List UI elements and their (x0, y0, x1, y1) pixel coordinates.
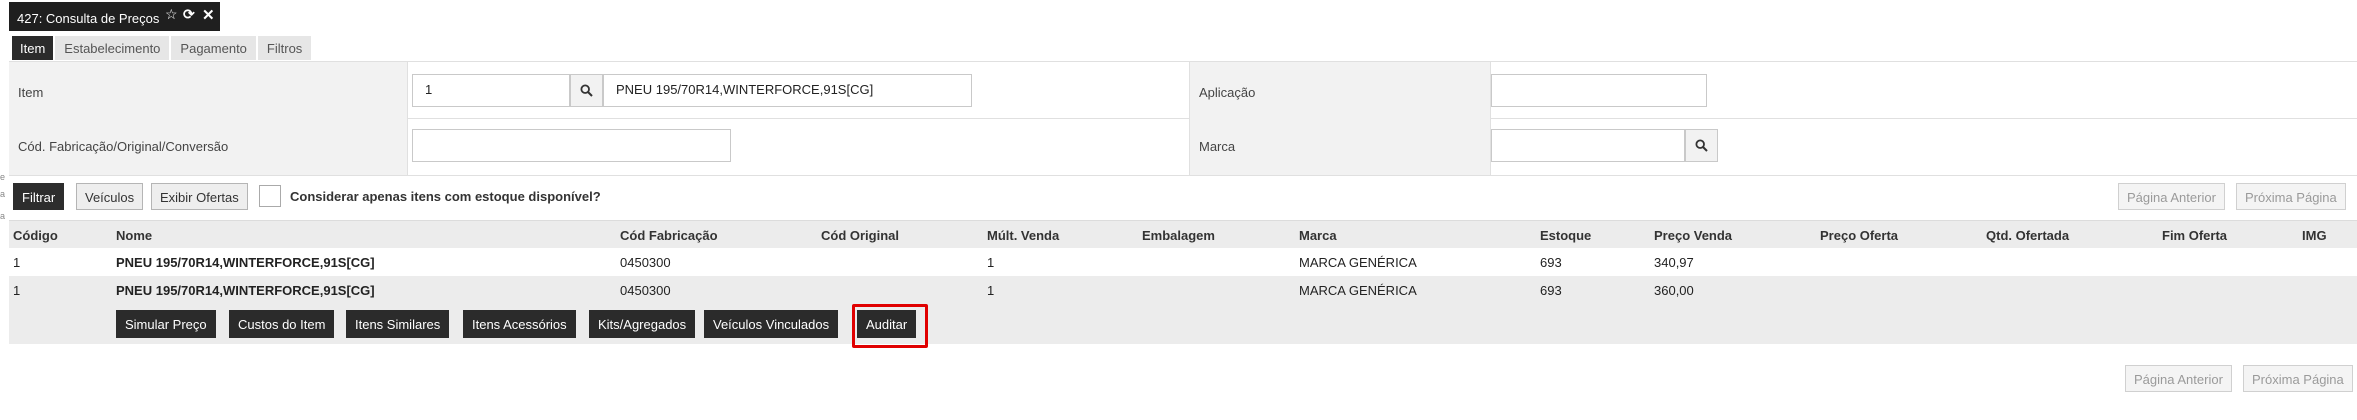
results-toolbar: Filtrar Veículos Exibir Ofertas Consider… (9, 183, 2357, 215)
cod-fabricacao-label-cell: Cód. Fabricação/Original/Conversão (9, 118, 408, 175)
col-img[interactable]: IMG (2302, 228, 2327, 243)
simular-preco-button[interactable]: Simular Preço (116, 310, 216, 338)
refresh-icon[interactable]: ⟳ (183, 6, 195, 23)
kits-agregados-button[interactable]: Kits/Agregados (589, 310, 696, 338)
close-icon[interactable]: ✕ (202, 6, 215, 24)
col-qtd-ofertada[interactable]: Qtd. Ofertada (1986, 228, 2069, 243)
tab-pagamento[interactable]: Pagamento (171, 36, 256, 60)
cell-marca: MARCA GENÉRICA (1299, 283, 1417, 298)
veiculos-vinculados-button[interactable]: Veículos Vinculados (704, 310, 839, 338)
table-row[interactable]: 1 PNEU 195/70R14,WINTERFORCE,91S[CG] 045… (9, 248, 2357, 277)
cell-cod-fabricacao: 0450300 (620, 255, 671, 270)
estoque-checkbox[interactable] (259, 185, 281, 207)
marca-search-button[interactable] (1685, 129, 1718, 162)
window-tab[interactable]: 427: Consulta de Preços ☆ ⟳ ✕ (9, 2, 220, 31)
col-preco-venda[interactable]: Preço Venda (1654, 228, 1732, 243)
col-cod-original[interactable]: Cód Original (821, 228, 899, 243)
marca-input[interactable] (1491, 129, 1685, 162)
item-search-button[interactable] (570, 74, 603, 107)
filter-form: Item 1 PNEU 195/70R14,WINTERFORCE,91S[CG… (9, 61, 2357, 177)
cell-codigo: 1 (13, 255, 21, 270)
marca-label-cell: Marca (1189, 118, 1491, 175)
col-mult-venda[interactable]: Múlt. Venda (987, 228, 1059, 243)
left-edge-glyph: e (0, 172, 6, 182)
pagina-anterior-button[interactable]: Página Anterior (2118, 183, 2225, 210)
col-nome[interactable]: Nome (116, 228, 152, 243)
cell-preco-venda: 360,00 (1654, 283, 1694, 298)
search-icon (1695, 139, 1708, 152)
aplicacao-input[interactable] (1491, 74, 1707, 107)
search-icon (580, 84, 593, 97)
cell-nome: PNEU 195/70R14,WINTERFORCE,91S[CG] (116, 283, 375, 298)
cell-estoque: 693 (1540, 255, 1562, 270)
col-codigo[interactable]: Código (13, 228, 58, 243)
cell-mult-venda: 1 (987, 255, 995, 270)
form-row: Item 1 PNEU 195/70R14,WINTERFORCE,91S[CG… (9, 62, 2357, 119)
col-cod-fabricacao[interactable]: Cód Fabricação (620, 228, 718, 243)
cod-fabricacao-input[interactable] (412, 129, 731, 162)
itens-acessorios-button[interactable]: Itens Acessórios (463, 310, 576, 338)
cell-estoque: 693 (1540, 283, 1562, 298)
proxima-pagina-button[interactable]: Próxima Página (2236, 183, 2346, 210)
form-row: Cód. Fabricação/Original/Conversão Marca (9, 118, 2357, 176)
col-fim-oferta[interactable]: Fim Oferta (2162, 228, 2227, 243)
item-label-cell: Item (9, 62, 408, 118)
table-row[interactable]: 1 PNEU 195/70R14,WINTERFORCE,91S[CG] 045… (9, 276, 2357, 305)
window-title: 427: Consulta de Preços (17, 11, 160, 26)
veiculos-button[interactable]: Veículos (76, 183, 144, 210)
custos-do-item-button[interactable]: Custos do Item (229, 310, 335, 338)
cell-cod-fabricacao: 0450300 (620, 283, 671, 298)
auditar-highlight-box (852, 304, 928, 348)
tab-item[interactable]: Item (12, 36, 54, 60)
col-embalagem[interactable]: Embalagem (1142, 228, 1215, 243)
cell-preco-venda: 340,97 (1654, 255, 1694, 270)
marca-label: Marca (1199, 139, 1236, 154)
exibir-ofertas-button[interactable]: Exibir Ofertas (151, 183, 248, 210)
left-edge-glyph: a (0, 189, 6, 199)
row-actions: Simular Preço Custos do Item Itens Simil… (9, 304, 2357, 344)
left-edge-glyph: a (0, 211, 6, 221)
filtrar-button[interactable]: Filtrar (13, 183, 65, 210)
col-preco-oferta[interactable]: Preço Oferta (1820, 228, 1898, 243)
aplicacao-label-cell: Aplicação (1189, 62, 1491, 118)
estoque-checkbox-label: Considerar apenas itens com estoque disp… (290, 189, 601, 204)
footer-pagina-anterior-button[interactable]: Página Anterior (2125, 365, 2232, 392)
footer-proxima-pagina-button[interactable]: Próxima Página (2243, 365, 2353, 392)
cell-nome: PNEU 195/70R14,WINTERFORCE,91S[CG] (116, 255, 375, 270)
tab-estabelecimento[interactable]: Estabelecimento (55, 36, 170, 60)
col-marca[interactable]: Marca (1299, 228, 1337, 243)
cell-codigo: 1 (13, 283, 21, 298)
item-description-input[interactable]: PNEU 195/70R14,WINTERFORCE,91S[CG] (603, 74, 972, 107)
item-label: Item (18, 85, 44, 100)
sub-tabs: Item Estabelecimento Pagamento Filtros (12, 36, 313, 60)
itens-similares-button[interactable]: Itens Similares (346, 310, 450, 338)
col-estoque[interactable]: Estoque (1540, 228, 1591, 243)
tab-filtros[interactable]: Filtros (257, 36, 312, 60)
item-code-input[interactable]: 1 (412, 74, 570, 107)
aplicacao-label: Aplicação (1199, 85, 1256, 100)
cell-marca: MARCA GENÉRICA (1299, 255, 1417, 270)
cod-fabricacao-label: Cód. Fabricação/Original/Conversão (18, 139, 229, 154)
favorite-star-icon[interactable]: ☆ (165, 6, 178, 23)
cell-mult-venda: 1 (987, 283, 995, 298)
table-header: Código Nome Cód Fabricação Cód Original … (9, 220, 2357, 249)
